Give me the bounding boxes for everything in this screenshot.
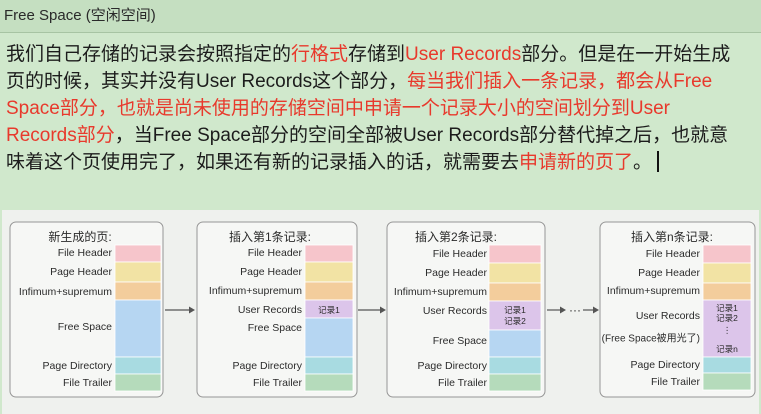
row-label-infimum-supremum: Infimum+supremum: [607, 285, 700, 297]
row-label-file-trailer: File Trailer: [253, 377, 303, 389]
page-box-title: 插入第n条记录:: [631, 230, 713, 244]
record-label: 记录1: [504, 305, 526, 315]
page-box-title: 新生成的页:: [48, 229, 111, 244]
segment-file-trailer: [304, 373, 354, 392]
segment-file-trailer: [114, 373, 162, 392]
segment-file-trailer: [488, 373, 542, 392]
highlighted-text: 每当我们插入一条记录，都会从Free: [407, 71, 713, 92]
body-text: 存储到: [348, 44, 406, 65]
body-text: 页的时候，其实并没有User Records这个部分，: [6, 71, 408, 92]
row-label-user-records: User Records: [238, 304, 302, 316]
highlighted-text: Records部分: [6, 125, 115, 146]
segment-file-header: [114, 244, 162, 263]
record-label: 记录2: [504, 316, 526, 326]
paragraph-line: Records部分，当Free Space部分的空间全部被User Record…: [6, 122, 756, 149]
segment-page-header: [702, 262, 752, 284]
row-label-page-header: Page Header: [638, 267, 700, 279]
segment-file-header: [702, 244, 752, 264]
row-label-file-header: File Header: [248, 247, 303, 259]
body-text: 。: [633, 152, 653, 173]
paragraph-line: 页的时候，其实并没有User Records这个部分，每当我们插入一条记录，都会…: [6, 68, 756, 95]
paragraph-line: 味着这个页使用完了，如果还有新的记录插入的话，就需要去申请新的页了。: [6, 149, 756, 176]
record-label: ⋮: [723, 325, 732, 335]
record-label: 记录1: [716, 303, 738, 313]
record-label: 记录n: [716, 344, 738, 354]
segment-infimum-supremum: [114, 281, 162, 301]
row-label-free-space: Free Space: [248, 322, 302, 334]
ellipsis-dots: ···: [569, 303, 581, 317]
record-label: 记录1: [318, 305, 340, 315]
description-paragraph[interactable]: 我们自己存储的记录会按照指定的行格式存储到User Records部分。但是在一…: [6, 41, 756, 176]
row-label-file-header: File Header: [433, 248, 488, 260]
highlighted-text: Space部分，也就是尚未使用的存储空间中申请一个记录大小的空间划分到User: [6, 98, 670, 119]
row-label-free-space: Free Space: [433, 335, 487, 347]
row-label-user-records: User Records: [636, 310, 700, 322]
note-label: (Free Space被用光了): [602, 332, 700, 345]
highlighted-text: 申请新的页了: [519, 152, 634, 173]
segment-page-directory: [488, 356, 542, 375]
segment-infimum-supremum: [304, 281, 354, 301]
row-label-page-directory: Page Directory: [631, 359, 701, 371]
row-label-infimum-supremum: Infimum+supremum: [209, 285, 302, 297]
row-label-file-header: File Header: [58, 247, 113, 259]
segment-page-directory: [702, 356, 752, 374]
segment-infimum-supremum: [702, 282, 752, 301]
segment-file-trailer: [702, 372, 752, 391]
row-label-page-header: Page Header: [240, 266, 302, 278]
body-text: 我们自己存储的记录会按照指定的: [6, 44, 292, 65]
section-header-bar: Free Space (空闲空间): [0, 0, 761, 33]
page-box-3: 插入第2条记录: File Header Page Header Infimum+su…: [386, 221, 546, 398]
segment-page-header: [304, 261, 354, 283]
row-label-file-trailer: File Trailer: [438, 377, 488, 389]
row-label-free-space: Free Space: [58, 321, 112, 333]
paragraph-line: Space部分，也就是尚未使用的存储空间中申请一个记录大小的空间划分到User: [6, 95, 756, 122]
row-label-file-trailer: File Trailer: [63, 377, 113, 389]
page-structure-diagram: 新生成的页: File Header Page Header Infimum+supr…: [2, 210, 759, 414]
row-label-page-directory: Page Directory: [43, 360, 113, 372]
row-label-infimum-supremum: Infimum+supremum: [19, 286, 112, 298]
segment-free-space: [488, 329, 542, 358]
body-text: 部分。但是在一开始生成: [521, 44, 731, 65]
segment-free-space: [114, 299, 162, 358]
section-title: Free Space (空闲空间): [4, 7, 156, 24]
row-label-page-header: Page Header: [425, 267, 487, 279]
page-box-1: 新生成的页: File Header Page Header Infimum+supr…: [9, 221, 164, 398]
segment-infimum-supremum: [488, 282, 542, 302]
highlighted-text: 行格式: [291, 44, 349, 65]
row-label-user-records: User Records: [423, 305, 487, 317]
segment-page-directory: [114, 356, 162, 375]
paragraph-line: 我们自己存储的记录会按照指定的行格式存储到User Records部分。但是在一…: [6, 41, 756, 68]
segment-page-directory: [304, 356, 354, 375]
highlighted-text: User Records: [405, 44, 522, 65]
row-label-page-directory: Page Directory: [233, 360, 303, 372]
row-label-page-directory: Page Directory: [418, 360, 488, 372]
segment-page-header: [114, 261, 162, 283]
body-text: 味着这个页使用完了，如果还有新的记录插入的话，就需要去: [6, 152, 520, 173]
row-label-infimum-supremum: Infimum+supremum: [394, 286, 487, 298]
segment-page-header: [488, 262, 542, 284]
page-box-2: 插入第1条记录: File Header Page Header Infimum+su…: [196, 221, 358, 398]
row-label-file-header: File Header: [646, 248, 701, 260]
row-label-page-header: Page Header: [50, 266, 112, 278]
segment-file-header: [304, 244, 354, 263]
row-label-file-trailer: File Trailer: [651, 376, 701, 388]
text-cursor: [657, 151, 660, 172]
page-box-title: 插入第1条记录:: [229, 230, 311, 244]
record-label: 记录2: [716, 313, 738, 323]
segment-file-header: [488, 244, 542, 264]
segment-free-space: [304, 317, 354, 358]
page-box-4: 插入第n条记录: File Header Page Header Infimum+su…: [599, 221, 756, 398]
page-box-title: 插入第2条记录:: [415, 230, 497, 244]
body-text: ，当Free Space部分的空间全部被User Records部分替代掉之后，…: [114, 125, 729, 146]
